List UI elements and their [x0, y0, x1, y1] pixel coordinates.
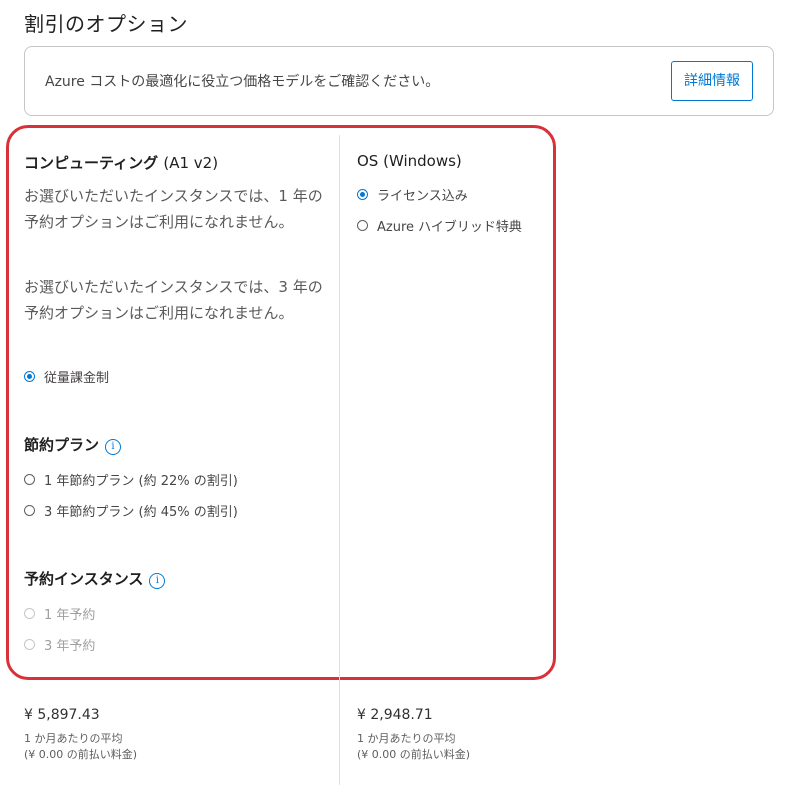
os-price-upfront: (¥ 0.00 の前払い料金)	[357, 748, 471, 761]
reserved-1yr-option: 1 年予約	[24, 604, 95, 623]
page-title: 割引のオプション	[24, 12, 188, 36]
reserved-instance-heading: 予約インスタンス i	[24, 568, 166, 589]
os-hybrid-benefit-option[interactable]: Azure ハイブリッド特典	[357, 216, 522, 235]
column-divider	[339, 135, 340, 785]
os-license-included-radio[interactable]	[357, 189, 368, 200]
os-license-included-option[interactable]: ライセンス込み	[357, 185, 468, 204]
savings-plan-3yr-label: 3 年節約プラン (約 45% の割引)	[44, 505, 238, 520]
savings-plan-heading-label: 節約プラン	[24, 436, 100, 454]
compute-heading: コンピューティング (A1 v2)	[24, 152, 218, 173]
payg-label: 従量課金制	[44, 371, 110, 386]
savings-plan-1yr-radio[interactable]	[24, 474, 35, 485]
payg-radio-option[interactable]: 従量課金制	[24, 367, 109, 386]
os-price-period: 1 か月あたりの平均	[357, 732, 456, 745]
os-hybrid-benefit-label: Azure ハイブリッド特典	[377, 220, 522, 235]
info-text: Azure コストの最適化に役立つ価格モデルをご確認ください。	[45, 74, 440, 90]
savings-plan-3yr-radio[interactable]	[24, 505, 35, 516]
compute-note-3yr: お選びいただいたインスタンスでは、3 年の予約オプションはご利用になれません。	[24, 278, 323, 322]
reserved-1yr-radio	[24, 608, 35, 619]
savings-plan-heading: 節約プラン i	[24, 434, 122, 455]
os-hybrid-benefit-radio[interactable]	[357, 220, 368, 231]
reserved-instance-heading-label: 予約インスタンス	[24, 570, 144, 588]
savings-plan-1yr-option[interactable]: 1 年節約プラン (約 22% の割引)	[24, 470, 238, 489]
info-banner: Azure コストの最適化に役立つ価格モデルをご確認ください。 詳細情報	[24, 46, 774, 116]
reserved-3yr-radio	[24, 639, 35, 650]
reserved-3yr-label: 3 年予約	[44, 639, 96, 654]
compute-heading-label: コンピューティング	[24, 154, 159, 172]
compute-price: ¥ 5,897.43	[24, 707, 100, 723]
compute-sku: (A1 v2)	[163, 154, 219, 172]
compute-price-period: 1 か月あたりの平均	[24, 732, 123, 745]
reserved-instance-info-icon[interactable]: i	[149, 573, 166, 589]
savings-plan-3yr-option[interactable]: 3 年節約プラン (約 45% の割引)	[24, 501, 238, 520]
os-heading: OS (Windows)	[357, 152, 462, 170]
savings-plan-1yr-label: 1 年節約プラン (約 22% の割引)	[44, 474, 238, 489]
compute-price-upfront: (¥ 0.00 の前払い料金)	[24, 748, 138, 761]
reserved-1yr-label: 1 年予約	[44, 608, 96, 623]
os-license-included-label: ライセンス込み	[377, 189, 468, 204]
details-button[interactable]: 詳細情報	[671, 61, 753, 101]
reserved-3yr-option: 3 年予約	[24, 635, 95, 654]
compute-note-1yr: お選びいただいたインスタンスでは、1 年の予約オプションはご利用になれません。	[24, 187, 323, 231]
os-price: ¥ 2,948.71	[357, 707, 433, 723]
payg-radio[interactable]	[24, 371, 35, 382]
savings-plan-info-icon[interactable]: i	[105, 439, 122, 455]
